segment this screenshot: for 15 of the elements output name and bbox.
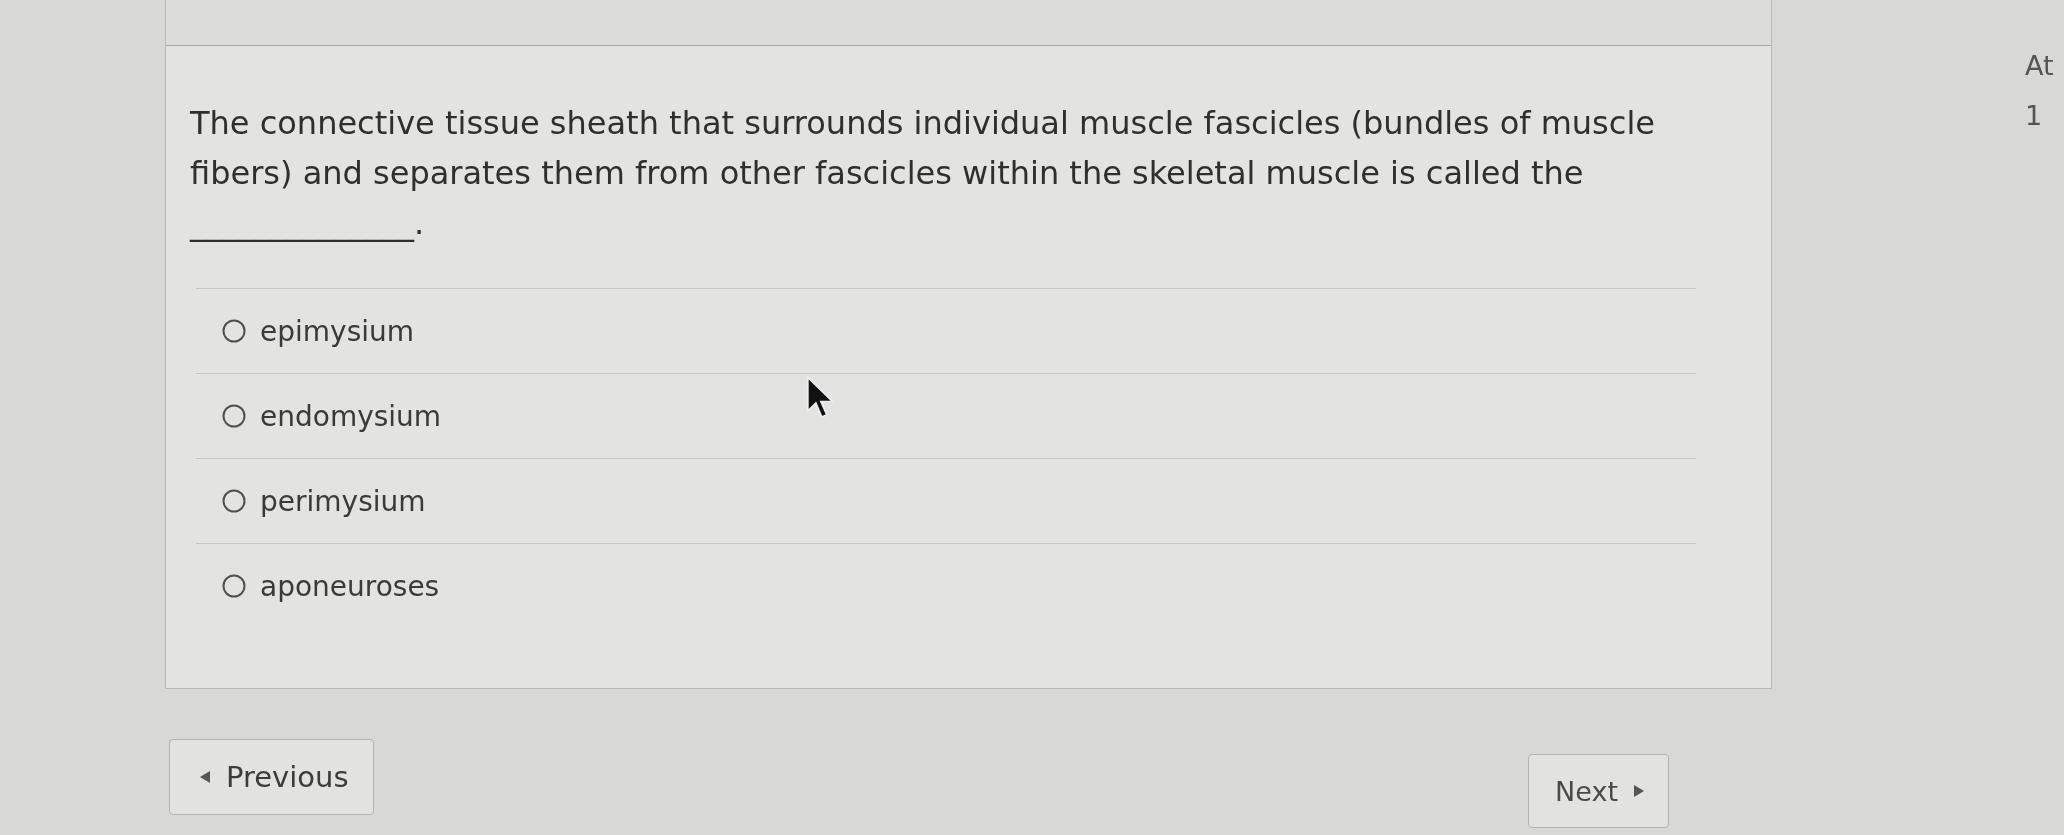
answer-option[interactable]: perimysium [196, 458, 1696, 543]
answer-option[interactable]: epimysium [196, 288, 1696, 373]
answer-option[interactable]: aponeuroses [196, 543, 1696, 628]
sidebar-text: At [2025, 49, 2054, 83]
radio-button-icon[interactable] [222, 404, 246, 428]
next-button[interactable]: Next [1528, 754, 1669, 828]
previous-button[interactable]: Previous [169, 739, 374, 815]
sidebar-text: 1 [2025, 99, 2043, 133]
radio-button-icon[interactable] [222, 489, 246, 513]
radio-button-icon[interactable] [222, 574, 246, 598]
caret-left-icon [200, 771, 210, 783]
caret-right-icon [1634, 785, 1644, 797]
radio-button-icon[interactable] [222, 319, 246, 343]
mouse-pointer-icon [806, 376, 836, 420]
question-text: The connective tissue sheath that surrounds individual muscle fascicles (bundles of muscle fibers) and separates them from other fascicles within the skeletal muscle is called the ______________. [190, 103, 1656, 244]
